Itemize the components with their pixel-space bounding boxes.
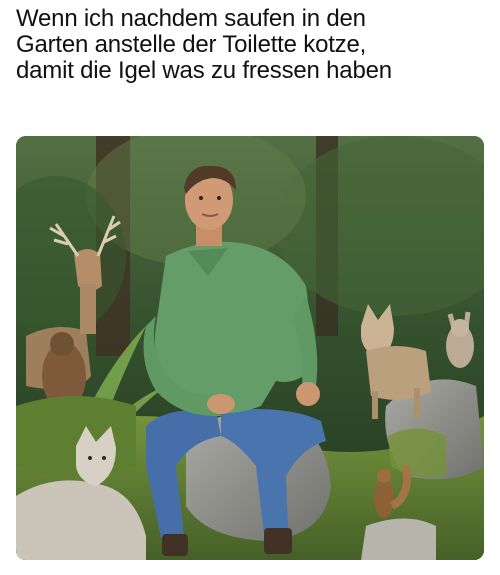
caption-line-2: Garten anstelle der Toilette kotze, xyxy=(16,31,367,58)
meme-photo xyxy=(16,136,484,560)
meme-caption: Wenn ich nachdem saufen in den Garten an… xyxy=(16,6,486,84)
caption-line-1: Wenn ich nachdem saufen in den xyxy=(16,5,366,32)
caption-line-3: damit die Igel was zu fressen haben xyxy=(16,57,392,84)
photo-illustration xyxy=(16,136,484,560)
